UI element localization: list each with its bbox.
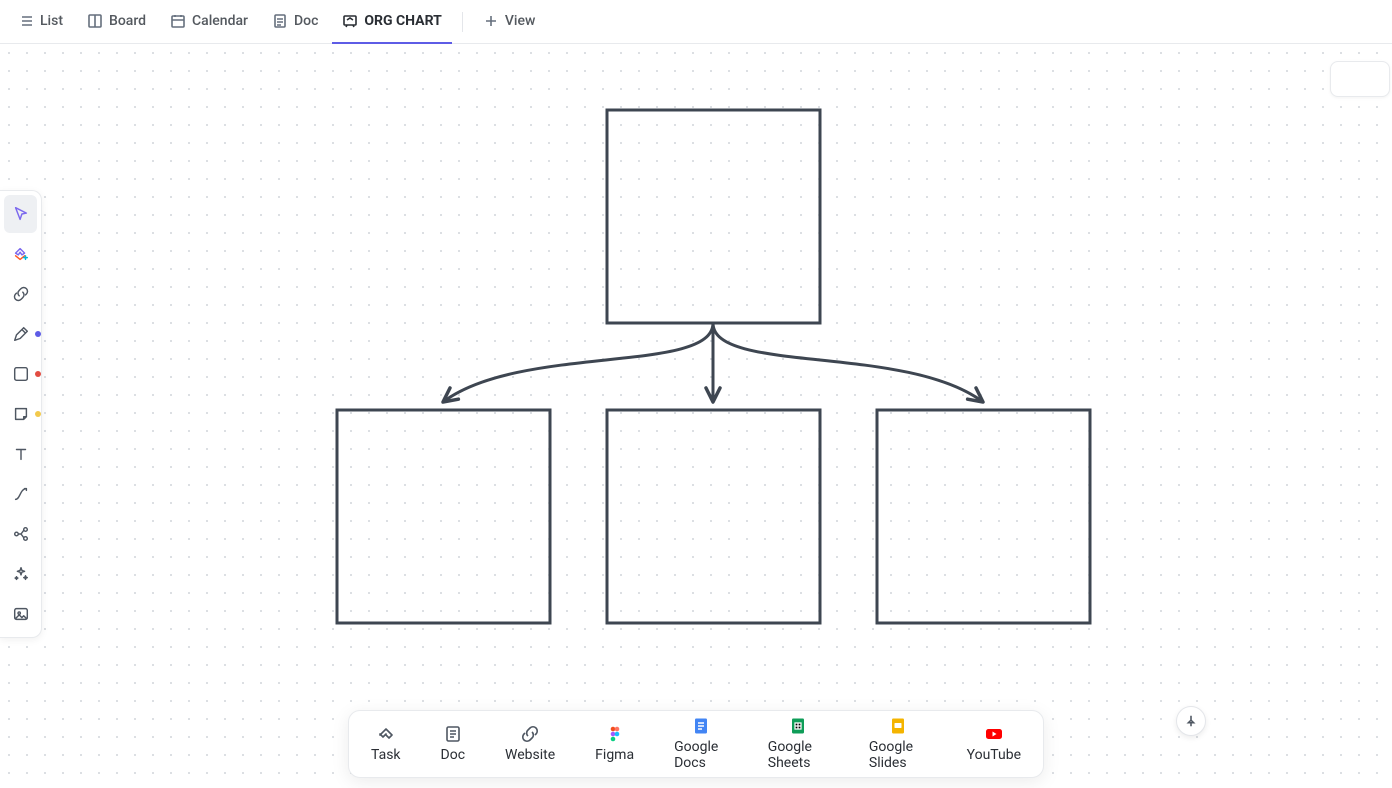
tool-ai[interactable] [4,555,37,593]
gsheets-icon [789,717,807,735]
org-chart-diagram [0,44,1392,788]
card-google-docs[interactable]: Google Docs [674,717,728,771]
card-label: Google Docs [674,739,728,771]
tool-select[interactable] [4,195,37,233]
add-view-button[interactable]: View [473,0,546,44]
tool-connector[interactable] [4,475,37,513]
tab-label: Doc [294,13,318,29]
diagram-node-child-1[interactable] [337,410,550,623]
tab-label: List [40,13,63,29]
tab-label: Calendar [192,13,248,29]
card-website[interactable]: Website [505,725,555,763]
zoom-controls[interactable] [1330,61,1390,97]
plus-icon [483,13,499,29]
whiteboard-toolbar [0,190,42,638]
card-label: Google Slides [869,739,927,771]
doc-icon [444,725,462,743]
card-google-sheets[interactable]: Google Sheets [768,717,829,771]
card-label: Doc [441,747,466,763]
gdocs-icon [692,717,710,735]
tab-doc[interactable]: Doc [262,0,328,44]
tool-image[interactable] [4,595,37,633]
card-label: Figma [595,747,634,763]
connector-root-to-c3[interactable] [713,323,983,402]
view-tabs: List Board Calendar Doc ORG CHART View [0,0,1392,44]
tool-mindmap[interactable] [4,515,37,553]
tool-text[interactable] [4,435,37,473]
tab-calendar[interactable]: Calendar [160,0,258,44]
whiteboard-canvas[interactable] [0,44,1392,788]
card-doc[interactable]: Doc [441,725,466,763]
tab-divider [462,12,463,32]
website-icon [521,725,539,743]
sticky-color-indicator [35,411,41,417]
whiteboard-icon [342,13,358,29]
tool-clickup-item[interactable] [4,235,37,273]
tab-org-chart[interactable]: ORG CHART [332,0,451,44]
figma-icon [606,725,624,743]
connector-root-to-c1[interactable] [443,323,713,402]
card-task[interactable]: Task [371,725,401,763]
tool-link[interactable] [4,275,37,313]
card-label: Google Sheets [768,739,829,771]
shape-color-indicator [35,371,41,377]
tool-shape[interactable] [4,355,37,393]
tab-list[interactable]: List [8,0,73,44]
tab-label: Board [109,13,146,29]
insert-card-bar: Task Doc Website Figma Google Docs Googl… [348,710,1044,778]
card-youtube[interactable]: YouTube [967,725,1021,763]
tool-pen[interactable] [4,315,37,353]
board-icon [87,13,103,29]
card-label: YouTube [967,747,1021,763]
list-icon [18,13,34,29]
diagram-node-root[interactable] [607,110,820,323]
youtube-icon [985,725,1003,743]
card-label: Website [505,747,555,763]
pin-cards-button[interactable] [1176,706,1206,736]
card-google-slides[interactable]: Google Slides [869,717,927,771]
tab-board[interactable]: Board [77,0,156,44]
add-view-label: View [505,13,536,29]
tab-label: ORG CHART [364,13,441,29]
task-icon [377,725,395,743]
diagram-node-child-3[interactable] [877,410,1090,623]
doc-icon [272,13,288,29]
tool-sticky[interactable] [4,395,37,433]
calendar-icon [170,13,186,29]
pen-color-indicator [35,331,41,337]
card-label: Task [371,747,401,763]
card-figma[interactable]: Figma [595,725,634,763]
gslides-icon [889,717,907,735]
diagram-node-child-2[interactable] [607,410,820,623]
